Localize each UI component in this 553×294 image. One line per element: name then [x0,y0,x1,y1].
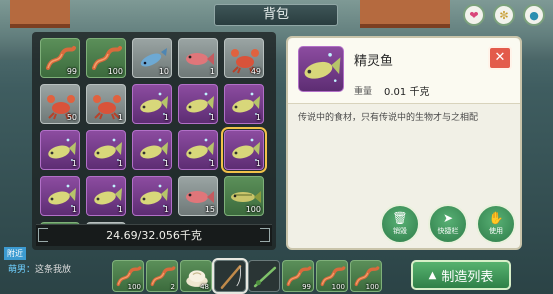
crafting-list-label: 制造列表 [441,269,494,285]
craft-icon: ▲ [428,269,437,281]
inventory-slot[interactable]: 1 [178,130,218,170]
item-count: 100 [245,205,261,214]
chat-message: 萌男：这条我放 [8,262,71,275]
close-button[interactable]: ✕ [488,46,512,70]
item-count: 99 [302,283,311,291]
crafting-list-button[interactable]: ▲ 制造列表 [411,260,511,290]
item-detail-panel: 精灵鱼 重量 0.01 千克 ✕ 传说中的食材，只有传说中的生物才与之相配 🗑 … [286,36,522,250]
quickbar-button[interactable]: ➤ 快捷栏 [428,204,468,244]
hotbar-slot[interactable]: 100 [112,260,144,292]
item-icon [298,46,344,92]
water-drop-icon[interactable]: ● [523,4,545,26]
item-count: 100 [107,67,123,76]
item-count: 1 [209,113,215,122]
inventory-slot[interactable]: 49 [224,38,264,78]
item-count: 50 [66,113,77,122]
fire-icon[interactable]: ✼ [493,4,515,26]
inventory-slot[interactable]: 1 [132,130,172,170]
item-count: 49 [250,67,261,76]
item-weight-value: 0.01 千克 [384,87,430,98]
destroy-label: 销毁 [393,227,407,235]
item-count: 2 [170,283,175,291]
hotbar-slot[interactable]: 100 [316,260,348,292]
item-count: 1 [117,159,123,168]
heart-icon[interactable]: ❤ [463,4,485,26]
hotbar-slot[interactable] [212,258,248,294]
item-count: 100 [365,283,379,291]
item-count: 1 [117,205,123,214]
item-count: 100 [127,283,141,291]
status-icons: ❤ ✼ ● [463,4,545,26]
inventory-slot[interactable]: 10 [132,38,172,78]
background-hut [10,0,70,28]
hand-icon: ✋ [488,211,504,225]
inventory-slot[interactable]: 1 [86,176,126,216]
item-count: 1 [163,159,169,168]
item-count: 99 [66,67,77,76]
inventory-slot[interactable]: 1 [132,176,172,216]
inventory-slot[interactable]: 1 [86,130,126,170]
item-count: 1 [117,113,123,122]
close-icon: ✕ [494,50,506,65]
item-count: 1 [255,159,261,168]
inventory-slot[interactable]: 1 [86,84,126,124]
bag-weight: 24.69/32.056千克 [36,224,272,246]
weight-bracket-left [38,228,48,242]
quick-hotbar: 100 2 48 99 100 100 [112,258,382,294]
item-actions: 🗑 销毁 ➤ 快捷栏 ✋ 使用 [380,204,516,244]
inventory-slot[interactable]: 1 [221,127,267,173]
item-count: 48 [200,283,209,291]
chat-speaker: 萌男： [8,265,36,275]
use-label: 使用 [489,227,503,235]
inventory-slot[interactable]: 100 [86,38,126,78]
hotbar-slot[interactable]: 2 [146,260,178,292]
inventory-slot[interactable]: 50 [40,84,80,124]
item-count: 1 [255,113,261,122]
item-count: 15 [204,205,215,214]
inventory-panel: 99 100 10 1 49 50 1 1 1 1 1 1 1 1 1 1 1 1 15 100 24.69/32.0… [32,32,276,250]
quickbar-label: 快捷栏 [437,227,459,235]
item-description: 传说中的食材，只有传说中的生物才与之相配 [298,113,479,123]
item-count: 1 [209,159,215,168]
inventory-slot[interactable]: 1 [178,38,218,78]
item-weight-label: 重量 [354,87,373,97]
hotbar-slot[interactable]: 48 [180,260,212,292]
inventory-slot[interactable]: 100 [224,176,264,216]
item-count: 10 [158,67,169,76]
item-count: 1 [71,205,77,214]
item-count: 100 [331,283,345,291]
destroy-button[interactable]: 🗑 销毁 [380,204,420,244]
item-count: 1 [163,205,169,214]
inventory-slot[interactable]: 1 [40,176,80,216]
weight-bracket-right [260,228,270,242]
item-detail-header: 精灵鱼 重量 0.01 千克 ✕ [288,38,520,104]
item-count: 1 [209,67,215,76]
background-hut [360,0,450,28]
hotbar-slot[interactable]: 99 [282,260,314,292]
chat-text: 这条我放 [35,265,72,275]
arrow-left-icon: ➤ [442,211,454,225]
hotbar-slot[interactable]: 100 [350,260,382,292]
inventory-slot[interactable]: 15 [178,176,218,216]
hotbar-slot[interactable] [248,260,280,292]
window-title: 背包 [214,4,338,26]
use-button[interactable]: ✋ 使用 [476,204,516,244]
trash-icon: 🗑 [392,211,408,225]
inventory-slot[interactable]: 99 [40,38,80,78]
inventory-slot[interactable]: 1 [224,84,264,124]
inventory-slot[interactable]: 1 [40,130,80,170]
chat-channel[interactable]: 附近 [4,247,26,260]
inventory-slot[interactable]: 1 [132,84,172,124]
item-name: 精灵鱼 [354,54,394,69]
item-count: 1 [163,113,169,122]
inventory-slot[interactable]: 1 [178,84,218,124]
item-count: 1 [71,159,77,168]
